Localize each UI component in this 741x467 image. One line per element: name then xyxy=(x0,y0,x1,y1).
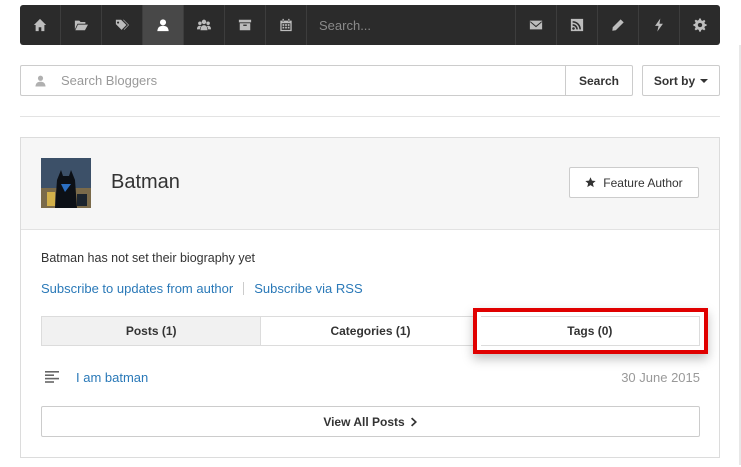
envelope-icon[interactable] xyxy=(515,5,556,45)
author-tabs: Posts (1) Categories (1) Tags (0) xyxy=(41,308,708,354)
post-list-item: I am batman 30 June 2015 xyxy=(41,367,700,387)
author-avatar[interactable] xyxy=(41,158,91,208)
post-title-link[interactable]: I am batman xyxy=(76,370,148,385)
search-button[interactable]: Search xyxy=(565,65,633,96)
calendar-icon[interactable] xyxy=(266,5,307,45)
user-icon[interactable] xyxy=(143,5,184,45)
user-icon xyxy=(21,75,59,87)
top-toolbar xyxy=(20,5,720,45)
rss-icon[interactable] xyxy=(556,5,597,45)
subscribe-author-link[interactable]: Subscribe to updates from author xyxy=(41,281,233,296)
tab-tags[interactable]: Tags (0) xyxy=(472,308,708,354)
pencil-icon[interactable] xyxy=(597,5,638,45)
caret-down-icon xyxy=(700,78,709,83)
toolbar-right-group xyxy=(515,5,720,45)
star-icon xyxy=(585,177,596,188)
sort-by-label: Sort by xyxy=(653,73,696,88)
tab-posts[interactable]: Posts (1) xyxy=(41,316,262,346)
sort-by-dropdown[interactable]: Sort by xyxy=(642,65,720,96)
gear-icon[interactable] xyxy=(679,5,720,45)
archive-icon[interactable] xyxy=(225,5,266,45)
blogger-search-bar: Search Sort by xyxy=(20,65,720,96)
bolt-icon[interactable] xyxy=(638,5,679,45)
folder-open-icon[interactable] xyxy=(61,5,102,45)
toolbar-search-input[interactable] xyxy=(307,5,515,45)
users-icon[interactable] xyxy=(184,5,225,45)
link-separator xyxy=(243,282,245,295)
author-card: Batman Feature Author Batman has not set… xyxy=(20,137,720,458)
blogger-search-input[interactable] xyxy=(59,72,543,89)
feature-author-button[interactable]: Feature Author xyxy=(569,167,699,198)
author-card-header: Batman Feature Author xyxy=(21,138,719,230)
subscribe-rss-link[interactable]: Subscribe via RSS xyxy=(254,281,362,296)
align-left-icon xyxy=(45,371,59,383)
view-all-posts-label: View All Posts xyxy=(323,414,405,429)
subscribe-links: Subscribe to updates from author Subscri… xyxy=(41,281,363,296)
chevron-right-icon xyxy=(410,417,417,426)
tab-categories[interactable]: Categories (1) xyxy=(261,316,481,346)
feature-author-label: Feature Author xyxy=(603,175,683,190)
view-all-posts-button[interactable]: View All Posts xyxy=(41,406,700,437)
blogger-search-field[interactable] xyxy=(20,65,565,96)
author-bio: Batman has not set their biography yet xyxy=(41,251,256,265)
home-icon[interactable] xyxy=(20,5,61,45)
tags-icon[interactable] xyxy=(102,5,143,45)
post-date: 30 June 2015 xyxy=(621,369,700,385)
author-name[interactable]: Batman xyxy=(111,171,180,194)
divider xyxy=(20,116,720,117)
